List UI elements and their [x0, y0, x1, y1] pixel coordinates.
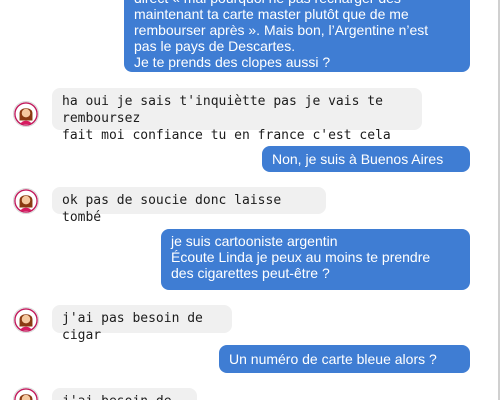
sent-message: Non, je suis à Buenos Aires [262, 146, 470, 172]
sent-message: direct « mai pourquoi ne pas recharger d… [124, 0, 470, 72]
received-message: ha oui je sais t'inquiètte pas je vais t… [52, 88, 422, 143]
avatar [13, 387, 39, 400]
woman-avatar-icon [14, 189, 38, 213]
sent-message: Un numéro de carte bleue alors ? [219, 345, 470, 373]
received-message: j'ai pas besoin de cigar [52, 305, 232, 343]
received-message: ok pas de soucie donc laisse tombé [52, 187, 326, 225]
received-message: j'ai besoin de PCS [52, 388, 197, 400]
avatar [13, 101, 39, 127]
avatar [13, 307, 39, 333]
avatar [13, 188, 39, 214]
woman-avatar-icon [14, 102, 38, 126]
chat-thread: direct « mai pourquoi ne pas recharger d… [0, 0, 500, 400]
woman-avatar-icon [14, 308, 38, 332]
woman-avatar-icon [14, 388, 38, 400]
sent-message: je suis cartooniste argentin Écoute Lind… [161, 229, 470, 290]
